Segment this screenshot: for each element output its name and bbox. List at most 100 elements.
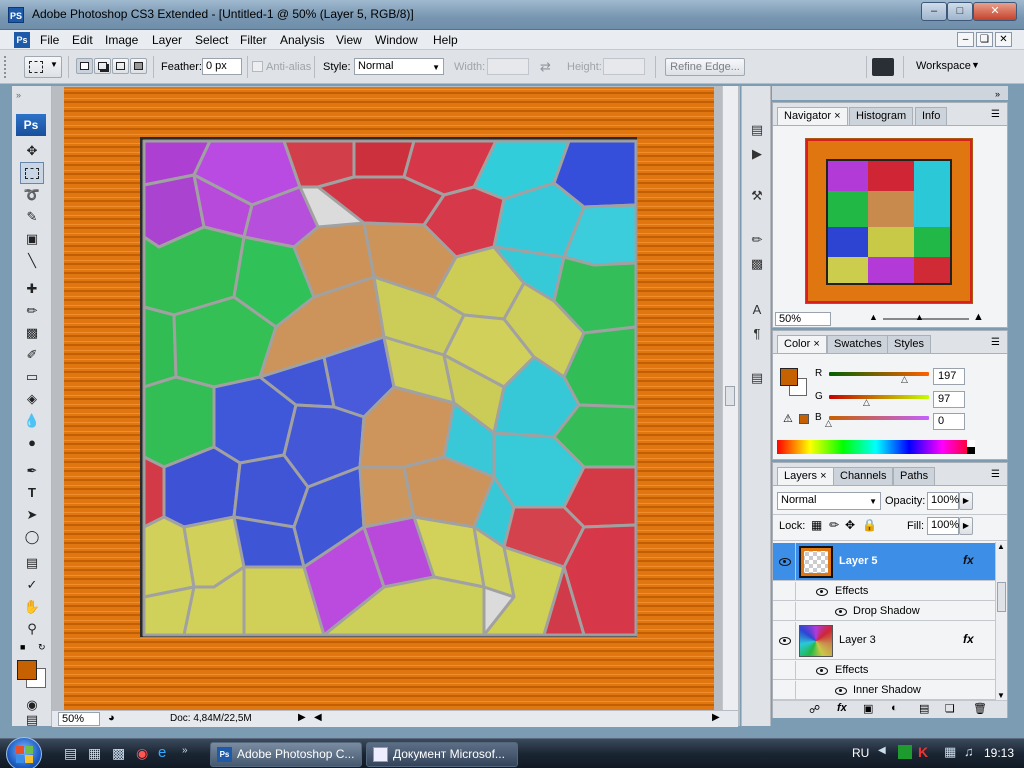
blend-mode-select[interactable]: Normal ▼ xyxy=(777,492,881,510)
status-menu-icon[interactable]: ▶ xyxy=(298,712,306,723)
r-slider[interactable] xyxy=(829,372,929,376)
link-layers-icon[interactable]: ☍ xyxy=(809,703,820,716)
start-button[interactable] xyxy=(6,737,42,768)
tab-paths[interactable]: Paths xyxy=(893,467,936,486)
adjustment-layer-icon[interactable]: ◐ xyxy=(891,702,898,714)
width-input[interactable] xyxy=(487,58,529,75)
tool-presets-icon[interactable]: ⚒ xyxy=(746,186,768,206)
layer-row[interactable]: Layer 5 fx xyxy=(773,543,995,581)
b-slider-handle[interactable]: △ xyxy=(825,418,832,429)
tab-navigator[interactable]: Navigator × xyxy=(777,107,848,126)
g-slider[interactable] xyxy=(829,395,929,399)
opacity-arrow-icon[interactable]: ▶ xyxy=(959,492,973,510)
r-slider-handle[interactable]: △ xyxy=(901,374,908,385)
workspace-button[interactable]: Workspace xyxy=(916,60,971,72)
paint-bucket-tool-icon[interactable]: ◈ xyxy=(20,388,44,410)
scroll-right-icon[interactable]: ▶ xyxy=(712,712,720,723)
slice-tool-icon[interactable]: ╲ xyxy=(20,250,44,272)
tab-info[interactable]: Info xyxy=(915,107,948,126)
add-selection-button[interactable] xyxy=(94,58,111,74)
menu-filter[interactable]: Filter xyxy=(240,33,267,47)
eye-icon[interactable] xyxy=(779,637,791,645)
new-selection-button[interactable] xyxy=(76,58,93,74)
tab-styles[interactable]: Styles xyxy=(887,335,931,354)
ie-icon[interactable]: e xyxy=(158,744,166,761)
eyedropper-tool-icon[interactable]: ✓ xyxy=(20,574,44,596)
zoom-slider[interactable] xyxy=(883,318,969,320)
volume-icon[interactable]: ♫ xyxy=(964,744,974,759)
layer-thumbnail[interactable] xyxy=(799,546,833,578)
bridge-icon[interactable] xyxy=(872,58,894,76)
effects-row[interactable]: Effects xyxy=(773,582,995,601)
tray-expand-icon[interactable]: ◀ xyxy=(878,745,886,756)
layer-comps-icon[interactable]: ▤ xyxy=(746,368,768,388)
rect-marquee-tool-icon[interactable] xyxy=(20,162,44,184)
fill-field[interactable]: 100% xyxy=(927,517,959,535)
crop-tool-icon[interactable]: ▣ xyxy=(20,228,44,250)
layer-name[interactable]: Layer 3 xyxy=(839,634,876,646)
scroll-thumb[interactable] xyxy=(725,386,735,406)
history-brush-tool-icon[interactable]: ✐ xyxy=(20,344,44,366)
doc-close-button[interactable]: ✕ xyxy=(995,32,1012,47)
vertical-scrollbar[interactable] xyxy=(722,86,738,710)
eye-icon[interactable] xyxy=(835,687,847,695)
fx-icon[interactable]: fx xyxy=(963,632,974,646)
eye-icon[interactable] xyxy=(835,608,847,616)
task-photoshop[interactable]: Ps Adobe Photoshop C... xyxy=(210,742,362,767)
eye-icon[interactable] xyxy=(816,588,828,596)
doc-minimize-button[interactable]: – xyxy=(957,32,974,47)
r-value[interactable]: 197 xyxy=(933,368,965,385)
task-word[interactable]: Документ Microsof... xyxy=(366,742,518,767)
new-group-icon[interactable]: ▤ xyxy=(919,702,929,715)
tray-k-icon[interactable]: K xyxy=(918,744,928,760)
add-style-icon[interactable]: fx xyxy=(837,702,847,714)
ps-logo[interactable]: Ps xyxy=(16,114,46,136)
lock-all-icon[interactable]: 🔒 xyxy=(862,518,877,532)
menu-edit[interactable]: Edit xyxy=(72,33,93,47)
black-white-ramp[interactable] xyxy=(967,440,975,454)
new-layer-icon[interactable]: ❏ xyxy=(945,702,955,715)
opacity-field[interactable]: 100% xyxy=(927,492,959,510)
tab-layers[interactable]: Layers × xyxy=(777,467,834,486)
lock-transparency-icon[interactable]: ▦ xyxy=(811,518,822,532)
clone-stamp-tool-icon[interactable]: ▩ xyxy=(20,322,44,344)
close-button[interactable]: ✕ xyxy=(973,2,1017,21)
zoom-slider-handle[interactable]: ▲ xyxy=(915,312,924,322)
expand-icon[interactable]: » xyxy=(995,89,1000,99)
network-icon[interactable]: ▦ xyxy=(944,744,956,760)
maximize-button[interactable]: □ xyxy=(947,2,973,21)
show-desktop-icon[interactable]: ▤ xyxy=(64,745,77,762)
swap-icon[interactable]: ⇄ xyxy=(540,59,551,75)
zoom-in-icon[interactable]: ▲ xyxy=(973,311,984,323)
refine-edge-button[interactable]: Refine Edge... xyxy=(665,58,745,76)
anti-alias-checkbox[interactable] xyxy=(252,61,263,72)
gamut-color-swatch[interactable] xyxy=(799,414,809,424)
view-box[interactable] xyxy=(806,139,972,303)
height-input[interactable] xyxy=(603,58,645,75)
effects-row[interactable]: Effects xyxy=(773,661,995,680)
pen-tool-icon[interactable]: ✒ xyxy=(20,460,44,482)
g-slider-handle[interactable]: △ xyxy=(863,397,870,408)
doc-restore-button[interactable]: ❏ xyxy=(976,32,993,47)
tool-preset-picker[interactable]: ▼ xyxy=(24,56,62,78)
b-value[interactable]: 0 xyxy=(933,413,965,430)
add-mask-icon[interactable]: ▣ xyxy=(863,702,873,715)
tab-swatches[interactable]: Swatches xyxy=(827,335,889,354)
chevron-down-icon[interactable]: ▼ xyxy=(971,60,980,70)
menu-image[interactable]: Image xyxy=(105,33,138,47)
history-panel-icon[interactable]: ▤ xyxy=(746,120,768,140)
collapse-icon[interactable]: » xyxy=(16,90,21,100)
fill-arrow-icon[interactable]: ▶ xyxy=(959,517,973,535)
foreground-color-swatch[interactable] xyxy=(780,368,798,386)
clone-source-icon[interactable]: ▩ xyxy=(746,254,768,274)
default-colors-icon[interactable]: ■ xyxy=(20,642,25,652)
switch-windows-icon[interactable]: ▦ xyxy=(88,745,101,762)
language-indicator[interactable]: RU xyxy=(852,746,869,760)
actions-panel-icon[interactable]: ▶ xyxy=(746,144,768,164)
g-value[interactable]: 97 xyxy=(933,391,965,408)
zoom-tool-icon[interactable]: ⚲ xyxy=(20,618,44,640)
layer-name[interactable]: Layer 5 xyxy=(839,555,878,567)
menu-analysis[interactable]: Analysis xyxy=(280,33,325,47)
tab-channels[interactable]: Channels xyxy=(833,467,894,486)
status-icon[interactable]: ◕ xyxy=(108,712,115,724)
